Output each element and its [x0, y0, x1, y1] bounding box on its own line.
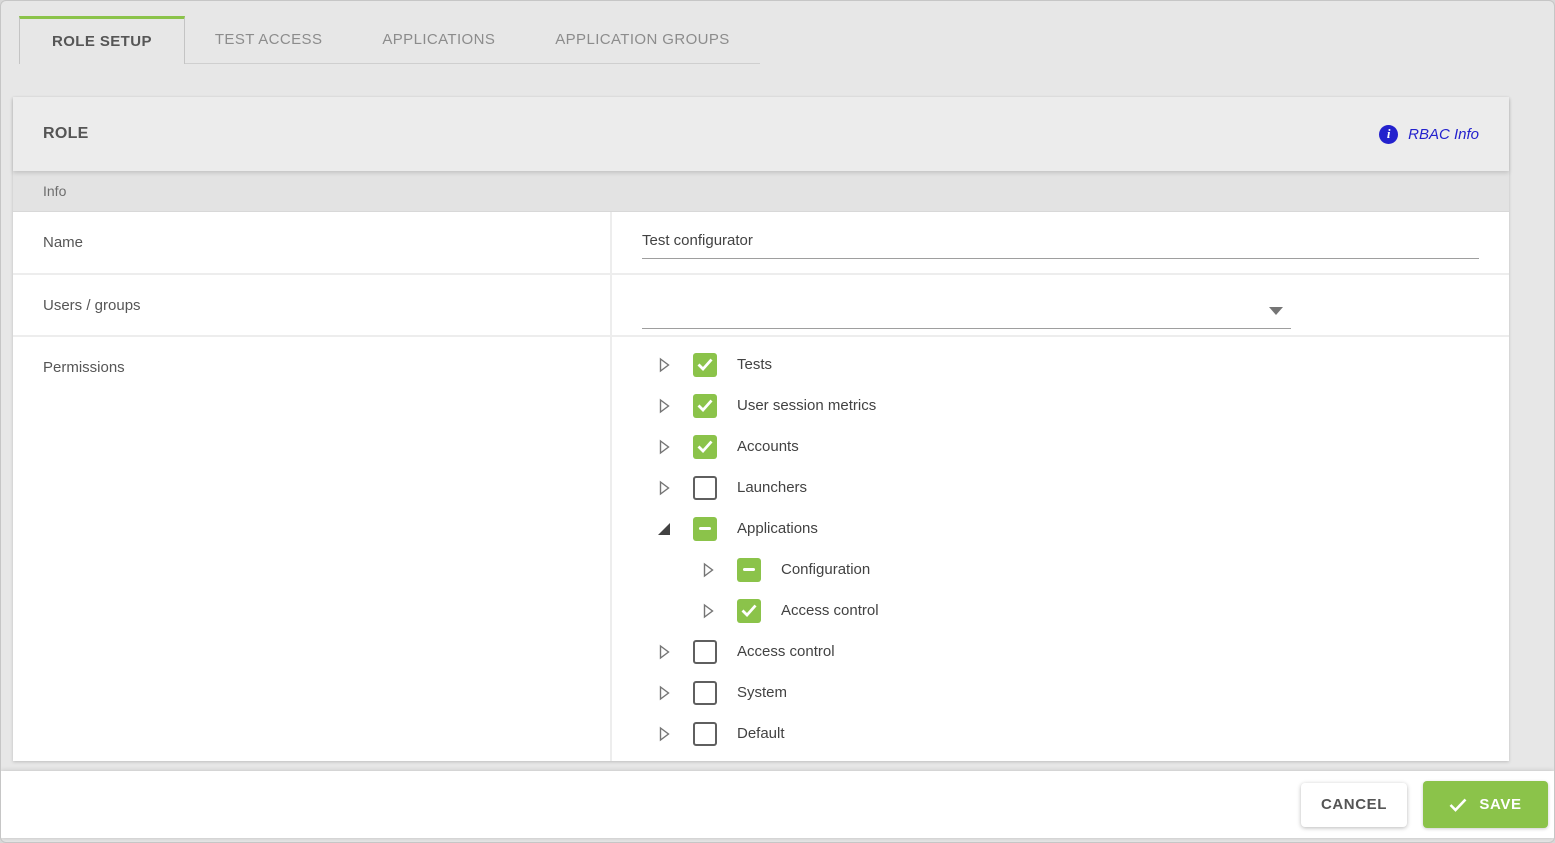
role-card-header: ROLE i RBAC Info: [13, 97, 1509, 171]
expand-arrow-icon[interactable]: [701, 562, 715, 578]
permissions-row: Permissions Tests User session metrics Acc…: [13, 337, 1509, 761]
rbac-info-link[interactable]: i RBAC Info: [1379, 125, 1479, 144]
tree-item-label: Access control: [737, 643, 835, 660]
expand-arrow-icon[interactable]: [657, 357, 671, 373]
expand-arrow-icon[interactable]: [657, 644, 671, 660]
expand-arrow-icon[interactable]: [657, 439, 671, 455]
checkbox-unchecked[interactable]: [693, 722, 717, 746]
tree-item-label: Access control: [781, 602, 879, 619]
expand-arrow-icon[interactable]: [701, 603, 715, 619]
users-groups-value-cell: [612, 275, 1509, 335]
tab-applications[interactable]: APPLICATIONS: [352, 16, 525, 63]
tab-bar: ROLE SETUPTEST ACCESSAPPLICATIONSAPPLICA…: [19, 16, 760, 64]
permissions-value-cell: Tests User session metrics Accounts Launche…: [612, 337, 1509, 761]
expand-arrow-icon[interactable]: [657, 726, 671, 742]
expand-arrow-icon[interactable]: [657, 685, 671, 701]
save-button[interactable]: SAVE: [1423, 781, 1548, 828]
tree-item-label: Accounts: [737, 438, 799, 455]
tree-item-default-9: Default: [642, 713, 1479, 754]
tab-application-groups[interactable]: APPLICATION GROUPS: [525, 16, 759, 63]
tree-item-label: Configuration: [781, 561, 870, 578]
tree-item-label: Tests: [737, 356, 772, 373]
checkbox-unchecked[interactable]: [693, 681, 717, 705]
info-section-label: Info: [43, 183, 66, 199]
expand-arrow-icon[interactable]: [657, 398, 671, 414]
check-icon: [1449, 798, 1467, 812]
permissions-label: Permissions: [13, 337, 612, 761]
app-window: ROLE SETUPTEST ACCESSAPPLICATIONSAPPLICA…: [0, 0, 1555, 843]
expand-arrow-icon[interactable]: [657, 480, 671, 496]
checkbox-checked[interactable]: [737, 599, 761, 623]
checkbox-checked[interactable]: [693, 353, 717, 377]
users-groups-select[interactable]: [642, 293, 1291, 329]
cancel-button-label: CANCEL: [1321, 796, 1387, 813]
tree-item-accounts-2: Accounts: [642, 426, 1479, 467]
checkbox-indeterminate[interactable]: [693, 517, 717, 541]
tree-item-configuration-5: Configuration: [642, 549, 1479, 590]
tree-item-tests-0: Tests: [642, 344, 1479, 385]
tree-item-user-session-metrics-1: User session metrics: [642, 385, 1479, 426]
users-groups-row: Users / groups: [13, 275, 1509, 337]
name-label: Name: [13, 212, 612, 273]
role-name-input[interactable]: [642, 228, 1479, 259]
tree-item-system-8: System: [642, 672, 1479, 713]
save-button-label: SAVE: [1479, 796, 1521, 813]
tree-item-access-control-6: Access control: [642, 590, 1479, 631]
footer-bar: CANCEL SAVE: [1, 771, 1554, 838]
info-icon: i: [1379, 125, 1398, 144]
checkbox-indeterminate[interactable]: [737, 558, 761, 582]
users-groups-label: Users / groups: [13, 275, 612, 335]
checkbox-checked[interactable]: [693, 394, 717, 418]
tree-item-launchers-3: Launchers: [642, 467, 1479, 508]
checkbox-unchecked[interactable]: [693, 476, 717, 500]
chevron-down-icon: [1269, 307, 1283, 315]
name-value-cell: [612, 212, 1509, 273]
tab-test-access[interactable]: TEST ACCESS: [185, 16, 353, 63]
tree-item-label: User session metrics: [737, 397, 876, 414]
tab-role-setup[interactable]: ROLE SETUP: [19, 16, 185, 64]
cancel-button[interactable]: CANCEL: [1301, 783, 1407, 827]
rbac-info-label: RBAC Info: [1408, 126, 1479, 143]
tree-item-label: Default: [737, 725, 785, 742]
collapse-arrow-icon[interactable]: [657, 522, 671, 536]
info-section-header: Info: [13, 171, 1509, 212]
indeterminate-dash-icon: [699, 527, 711, 530]
page-title: ROLE: [43, 125, 89, 143]
checkbox-unchecked[interactable]: [693, 640, 717, 664]
role-card: ROLE i RBAC Info Info Name Users / group…: [13, 97, 1509, 761]
checkbox-checked[interactable]: [693, 435, 717, 459]
tree-item-label: Applications: [737, 520, 818, 537]
permissions-tree: Tests User session metrics Accounts Launche…: [642, 337, 1479, 754]
tree-item-label: Launchers: [737, 479, 807, 496]
tree-item-label: System: [737, 684, 787, 701]
tree-item-access-control-7: Access control: [642, 631, 1479, 672]
indeterminate-dash-icon: [743, 568, 755, 571]
tree-item-applications-4: Applications: [642, 508, 1479, 549]
name-row: Name: [13, 212, 1509, 275]
